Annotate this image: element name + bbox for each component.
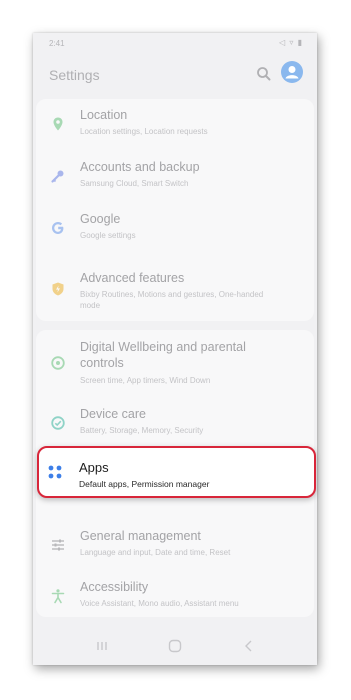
location-pin-icon [53, 117, 63, 131]
digital-wellbeing-item[interactable]: Digital Wellbeing and parental controls … [36, 332, 314, 394]
app-header: Settings [33, 55, 317, 97]
search-button[interactable] [254, 64, 274, 84]
google-title: Google [80, 212, 121, 226]
accessibility-icon [51, 589, 65, 604]
accounts-title: Accounts and backup [80, 160, 200, 174]
accessibility-subtitle: Voice Assistant, Mono audio, Assistant m… [80, 599, 239, 608]
home-button[interactable] [166, 637, 184, 655]
apps-icon [48, 465, 62, 479]
status-icons: ◁ ▿ ▮ [278, 38, 303, 47]
recents-button[interactable] [93, 637, 111, 655]
advanced-features-title: Advanced features [80, 271, 185, 285]
status-bar: 2:41 ◁ ▿ ▮ [33, 33, 317, 55]
settings-card-advanced: Advanced features Bixby Routines, Motion… [36, 257, 314, 321]
general-management-item[interactable]: General management Language and input, D… [36, 520, 314, 570]
apps-subtitle: Default apps, Permission manager [79, 479, 210, 489]
settings-card-general: General management Language and input, D… [36, 517, 314, 617]
status-time: 2:41 [49, 39, 65, 48]
location-title: Location [80, 108, 128, 122]
google-subtitle: Google settings [80, 231, 136, 240]
navigation-bar [33, 627, 317, 665]
advanced-features-icon [52, 282, 64, 296]
device-care-title: Device care [80, 407, 146, 421]
profile-icon [285, 66, 299, 79]
accessibility-item[interactable]: Accessibility Voice Assistant, Mono audi… [36, 571, 314, 621]
device-care-subtitle: Battery, Storage, Memory, Security [80, 426, 204, 435]
device-care-item[interactable]: Device care Battery, Storage, Memory, Se… [36, 398, 314, 448]
accounts-subtitle: Samsung Cloud, Smart Switch [80, 179, 189, 188]
home-icon [168, 639, 182, 653]
digital-wellbeing-subtitle: Screen time, App timers, Wind Down [80, 376, 211, 385]
advanced-features-subtitle: Bixby Routines, Motions and gestures, On… [80, 290, 264, 310]
google-icon [52, 222, 64, 234]
settings-card-device: Digital Wellbeing and parental controls … [36, 330, 314, 536]
page-title: Settings [49, 67, 100, 83]
apps-item[interactable]: Apps Default apps, Permission manager [37, 446, 316, 498]
general-management-title: General management [80, 529, 201, 543]
advanced-features-item[interactable]: Advanced features Bixby Routines, Motion… [36, 264, 314, 314]
sliders-icon [52, 539, 64, 551]
accessibility-title: Accessibility [80, 580, 149, 594]
key-icon [51, 170, 64, 183]
location-subtitle: Location settings, Location requests [80, 127, 208, 136]
digital-wellbeing-title: Digital Wellbeing and parental controls [80, 340, 246, 370]
general-management-subtitle: Language and input, Date and time, Reset [80, 548, 231, 557]
wellbeing-icon [51, 356, 65, 370]
back-button[interactable] [240, 637, 258, 655]
apps-title: Apps [79, 460, 109, 475]
settings-card-accounts: Location Location settings, Location req… [36, 99, 314, 275]
google-item[interactable]: Google Google settings [36, 203, 314, 253]
search-icon [257, 67, 271, 81]
profile-button[interactable] [281, 61, 303, 83]
back-icon [245, 640, 252, 652]
location-item[interactable]: Location Location settings, Location req… [36, 99, 314, 149]
device-care-icon [51, 416, 65, 430]
phone-screen: 2:41 ◁ ▿ ▮ Settings Location Location se… [33, 33, 317, 665]
recents-icon [97, 642, 107, 650]
accounts-item[interactable]: Accounts and backup Samsung Cloud, Smart… [36, 151, 314, 201]
